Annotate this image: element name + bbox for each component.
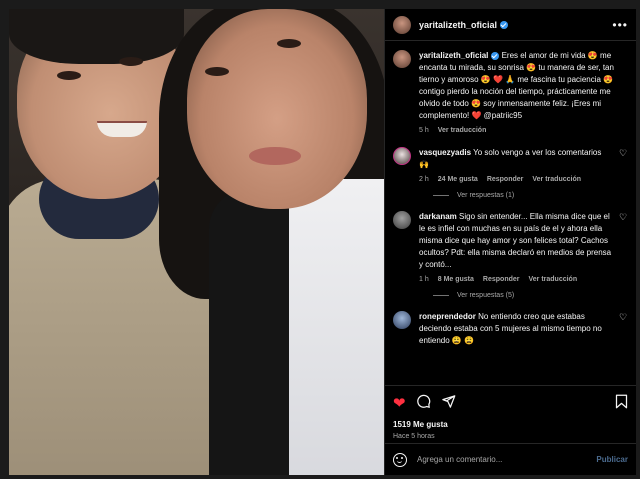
send-icon[interactable]	[441, 394, 456, 412]
posted-time: Hace 5 horas	[393, 433, 435, 440]
comment-like-count[interactable]: 8 Me gusta	[438, 274, 474, 286]
photo-person-right-face	[187, 9, 367, 209]
comment-time[interactable]: 1 h	[419, 274, 429, 286]
comments-list[interactable]: yaritalizeth_oficial Eres el amor de mi …	[385, 42, 636, 384]
view-replies-label: Ver respuestas (1)	[457, 192, 515, 199]
comment-item: vasquezyadis Yo solo vengo a ver los com…	[393, 147, 628, 186]
commenter-avatar[interactable]	[393, 147, 411, 165]
publish-button[interactable]: Publicar	[596, 455, 628, 464]
comment-username[interactable]: vasquezyadis	[419, 148, 471, 157]
comment-translate-link[interactable]: Ver traducción	[528, 274, 577, 286]
commenter-avatar[interactable]	[393, 311, 411, 329]
photo-eye	[119, 57, 143, 66]
verified-badge-icon	[491, 51, 500, 60]
heart-filled-icon[interactable]: ❤	[393, 396, 406, 411]
comment-item: roneprendedor No entiendo creo que estab…	[393, 311, 628, 347]
photo-person-left-hair	[9, 9, 184, 64]
add-comment-bar: Publicar	[385, 443, 636, 475]
view-replies-label: Ver respuestas (5)	[457, 292, 515, 299]
comment-like-heart-icon[interactable]: ♡	[619, 213, 628, 222]
author-avatar[interactable]	[393, 50, 411, 68]
comment-username[interactable]: roneprendedor	[419, 312, 476, 321]
replies-divider	[433, 295, 449, 296]
comment-username[interactable]: darkanam	[419, 212, 457, 221]
caption-translate-link[interactable]: Ver traducción	[438, 125, 487, 137]
photo-person-right-lips	[249, 147, 301, 165]
verified-badge-icon	[500, 20, 509, 29]
comment-like-heart-icon[interactable]: ♡	[619, 149, 628, 158]
author-username[interactable]: yaritalizeth_oficial	[419, 20, 497, 30]
post-actions: ❤ 1519 Me gusta Hace 5 horas	[385, 385, 636, 440]
photo-eye	[57, 71, 81, 80]
photo-eye	[205, 67, 229, 76]
author-avatar[interactable]	[393, 15, 411, 34]
caption-username[interactable]: yaritalizeth_oficial	[419, 51, 488, 60]
commenter-avatar[interactable]	[393, 211, 411, 229]
comment-like-heart-icon[interactable]: ♡	[619, 313, 628, 322]
comment-reply-button[interactable]: Responder	[487, 174, 524, 186]
comment-time[interactable]: 2 h	[419, 174, 429, 186]
caption-time[interactable]: 5 h	[419, 125, 429, 137]
likes-count[interactable]: 1519 Me gusta	[393, 420, 628, 429]
bookmark-icon[interactable]	[615, 394, 628, 412]
caption: yaritalizeth_oficial Eres el amor de mi …	[393, 50, 628, 137]
comment-like-count[interactable]: 24 Me gusta	[438, 174, 478, 186]
comment-item: darkanam Sigo sin entender... Ella misma…	[393, 211, 628, 286]
view-replies-button[interactable]: Ver respuestas (1)	[433, 192, 628, 199]
post-side-panel: yaritalizeth_oficial ••• yaritalizeth_of…	[384, 9, 636, 475]
comment-reply-button[interactable]: Responder	[483, 274, 520, 286]
photo-eye	[277, 39, 301, 48]
replies-divider	[433, 195, 449, 196]
comment-translate-link[interactable]: Ver traducción	[532, 174, 581, 186]
photo-person-right-white-jacket	[289, 179, 384, 475]
post-photo[interactable]	[9, 9, 384, 475]
comment-icon[interactable]	[416, 394, 431, 412]
caption-text: Eres el amor de mi vida 😍 me encanta tu …	[419, 51, 614, 120]
more-options-icon[interactable]: •••	[612, 18, 628, 32]
post-header: yaritalizeth_oficial •••	[385, 9, 636, 41]
emoji-icon[interactable]	[393, 452, 407, 467]
view-replies-button[interactable]: Ver respuestas (5)	[433, 292, 628, 299]
comment-input[interactable]	[417, 455, 597, 464]
post-modal: yaritalizeth_oficial ••• yaritalizeth_of…	[9, 9, 636, 475]
